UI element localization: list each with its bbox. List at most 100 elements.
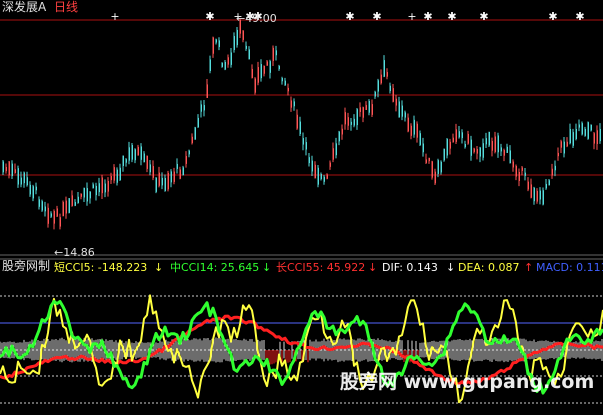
candle-body bbox=[356, 109, 358, 126]
candle-body bbox=[374, 91, 376, 97]
candle-body bbox=[578, 124, 580, 128]
candle-body bbox=[80, 193, 82, 197]
candle-body bbox=[74, 202, 76, 206]
candle-body bbox=[167, 172, 169, 190]
candle-body bbox=[65, 200, 67, 214]
candle-body bbox=[128, 147, 130, 161]
macd-label: MACD: 0.111 bbox=[536, 261, 603, 274]
mid-cci-label: 中CCI14: 25.645 bbox=[170, 261, 260, 274]
candle-body bbox=[278, 65, 280, 70]
candle-body bbox=[284, 80, 286, 86]
candle-body bbox=[275, 50, 277, 56]
candle-body bbox=[17, 168, 19, 185]
candle-body bbox=[131, 145, 133, 160]
candle-body bbox=[470, 139, 472, 156]
candle-body bbox=[359, 107, 361, 112]
star-marker-icon: ✱ bbox=[345, 10, 354, 23]
candle-body bbox=[50, 213, 52, 217]
candle-body bbox=[521, 167, 523, 171]
candle-body bbox=[149, 164, 151, 173]
candle-body bbox=[434, 171, 436, 184]
candle-body bbox=[281, 78, 283, 82]
candle-body bbox=[431, 161, 433, 178]
candle-body bbox=[437, 160, 439, 174]
candle-body bbox=[554, 165, 556, 171]
candle-body bbox=[569, 129, 571, 144]
indicator-name: 股旁网制 bbox=[2, 259, 51, 273]
dea-label: DEA: 0.087 bbox=[458, 261, 520, 274]
mid-cci-arrow: ↓ bbox=[262, 261, 272, 274]
candle-body bbox=[230, 52, 232, 65]
candle-body bbox=[125, 159, 127, 163]
candle-body bbox=[26, 177, 28, 186]
candle-body bbox=[353, 118, 355, 126]
candle-body bbox=[62, 202, 64, 217]
candle-body bbox=[233, 36, 235, 50]
candle-body bbox=[377, 80, 379, 92]
price-chart-panel[interactable]: + ✱ + ✱ ✱ ✱ ✱ + ✱ ✱ ✱ ✱ ✱ 深发展A 日线 ←49.00 ←14.86 bbox=[0, 0, 603, 259]
candle-body bbox=[161, 177, 163, 186]
candle-body bbox=[47, 207, 49, 224]
candle-body bbox=[530, 184, 532, 198]
candle-body bbox=[158, 172, 160, 186]
candle-body bbox=[320, 173, 322, 180]
candle-body bbox=[212, 37, 214, 54]
candle-body bbox=[395, 98, 397, 106]
candle-body bbox=[509, 150, 511, 164]
candle-body bbox=[38, 199, 40, 207]
candle-body bbox=[584, 128, 586, 136]
candle-body bbox=[446, 139, 448, 156]
candle-body bbox=[590, 124, 592, 131]
candle-body bbox=[392, 88, 394, 102]
candle-body bbox=[536, 190, 538, 202]
candle-body bbox=[404, 112, 406, 118]
candle-body bbox=[380, 74, 382, 84]
candle-body bbox=[326, 174, 328, 179]
candle-body bbox=[155, 177, 157, 192]
candle-body bbox=[104, 183, 106, 193]
candle-body bbox=[512, 161, 514, 168]
candle-body bbox=[551, 168, 553, 176]
candle-body bbox=[329, 162, 331, 167]
candle-body bbox=[59, 217, 61, 227]
candle-body bbox=[8, 161, 10, 176]
candle-body bbox=[464, 144, 466, 148]
period-label: 日线 bbox=[54, 0, 79, 14]
candle-body bbox=[173, 171, 175, 182]
candle-body bbox=[20, 177, 22, 185]
candle-body bbox=[110, 176, 112, 181]
candle-body bbox=[44, 206, 46, 212]
candle-body bbox=[299, 121, 301, 134]
candle-body bbox=[116, 169, 118, 183]
candle-body bbox=[242, 30, 244, 40]
candle-body bbox=[428, 157, 430, 162]
candle-body bbox=[461, 132, 463, 139]
candle-body bbox=[479, 147, 481, 157]
candle-body bbox=[29, 184, 31, 195]
candle-body bbox=[200, 104, 202, 112]
candle-body bbox=[308, 157, 310, 164]
star-marker-icon: ✱ bbox=[205, 10, 214, 23]
candle-body bbox=[263, 65, 265, 74]
candle-body bbox=[467, 133, 469, 144]
candle-body bbox=[41, 201, 43, 211]
star-marker-icon: ✱ bbox=[479, 10, 488, 23]
candle-body bbox=[266, 61, 268, 66]
candle-body bbox=[2, 161, 4, 173]
candle-body bbox=[455, 129, 457, 142]
star-marker-icon: ✱ bbox=[548, 10, 557, 23]
candle-body bbox=[83, 187, 85, 198]
candle-body bbox=[485, 138, 487, 145]
star-marker-icon: ✱ bbox=[372, 10, 381, 23]
candle-body bbox=[95, 185, 97, 196]
candle-body bbox=[218, 40, 220, 47]
candle-body bbox=[473, 148, 475, 152]
candle-body bbox=[77, 196, 79, 203]
candle-body bbox=[221, 62, 223, 67]
indicator-panel[interactable]: 股旁网制 短CCI5: -148.223 ↓ 中CCI14: 25.645 ↓ … bbox=[0, 258, 603, 415]
candle-body bbox=[344, 112, 346, 125]
candle-body bbox=[347, 117, 349, 126]
candle-body bbox=[389, 85, 391, 92]
candlestick-chart[interactable]: + ✱ + ✱✱ ✱ ✱ + ✱ ✱ ✱ ✱ ✱ bbox=[0, 0, 603, 258]
dea-arrow: ↑ bbox=[524, 261, 534, 274]
